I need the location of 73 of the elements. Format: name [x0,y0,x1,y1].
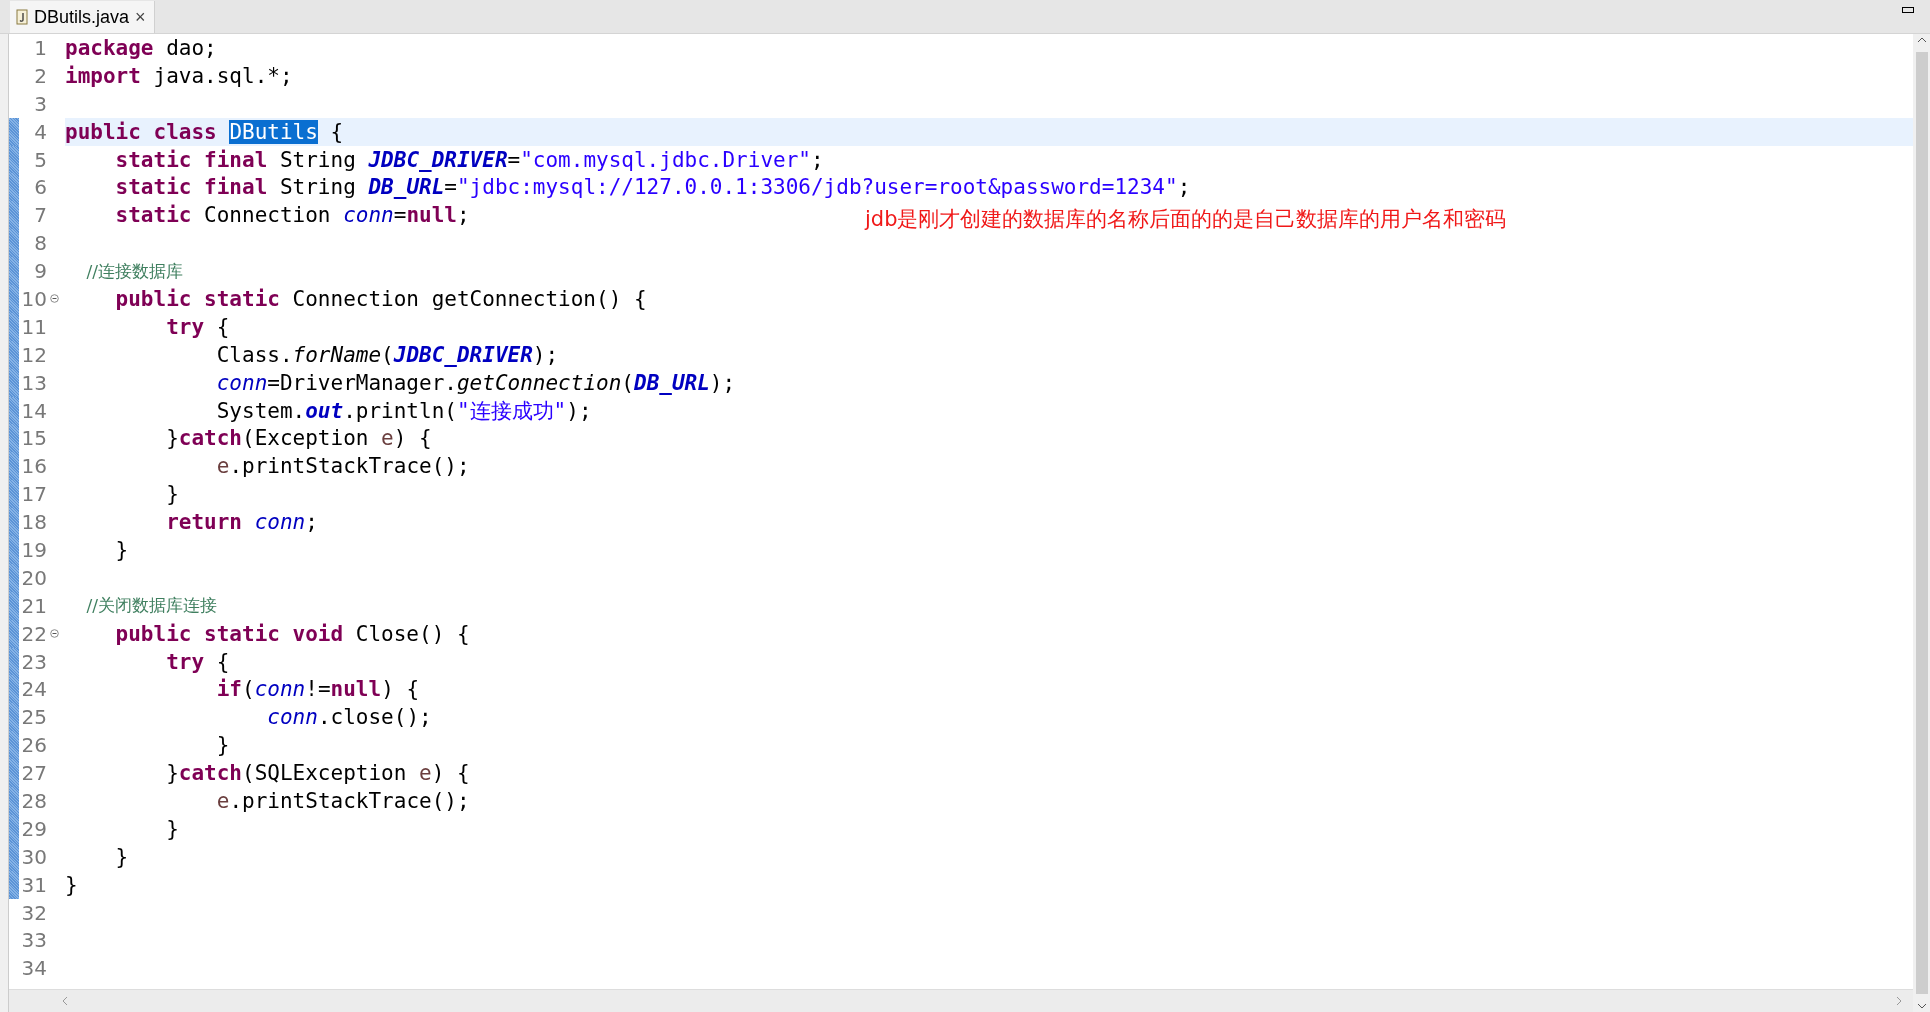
line-number: 22 [20,621,47,646]
code-line: } [165,816,179,841]
code-line: } [114,844,129,869]
code-line: }catch(SQLException e) { [165,761,470,786]
line-number: 2 [33,63,47,88]
line-number: 5 [33,147,47,172]
code-editor[interactable] [9,34,1913,989]
line-number: 28 [20,789,47,813]
scroll-thumb[interactable] [1915,52,1928,994]
line-number: 26 [20,733,47,758]
code-line: conn=DriverManager.getConnection(DB_URL); [215,370,736,395]
line-number: 32 [20,900,47,925]
line-number: 33 [20,928,47,953]
code-line: try { [165,649,230,674]
code-line: try { [165,314,230,339]
code-line: package dao; [65,35,217,60]
code-line: //关闭数据库连接 [85,594,218,618]
code-line: public static void Close() { [114,621,470,646]
line-number: 27 [20,761,47,786]
line-number: 13 [20,370,47,395]
line-number: 4 [33,119,47,144]
line-number: 10 [20,286,47,311]
line-number: 23 [20,649,47,674]
code-line: } [165,482,179,507]
line-number: 6 [33,175,47,200]
line-number: 30 [20,844,47,869]
line-number: 14 [20,398,47,423]
code-line: Class.forName(JDBC_DRIVER); [215,342,559,367]
line-number: 16 [20,454,47,479]
line-number: 21 [20,593,47,618]
code-line: }catch(Exception e) { [165,426,432,451]
line-number: 3 [33,91,47,116]
close-button[interactable]: × [135,6,146,28]
line-number: 24 [20,677,47,702]
line-number: 17 [20,482,47,507]
line-number: 20 [20,565,47,590]
code-line: static final String JDBC_DRIVER="com.mysql.jdbc.Driver"; [114,147,824,172]
line-number: 8 [33,231,47,256]
code-line: static Connection conn=null; [114,203,470,228]
code-line: e.printStackTrace(); [215,789,470,813]
collapse-icon[interactable] [49,294,59,304]
code-line: return conn; [165,510,318,535]
code-line: static final String DB_URL="jdbc:mysql://127.0.0.1:3306/jdb?user=root&password=1234"; [114,175,1191,200]
line-number: 25 [20,705,47,730]
editor-tab[interactable]: DButils.java × [10,1,155,33]
code-line: import java.sql.*; [65,63,293,88]
line-number: 31 [20,872,47,897]
code-line: //连接数据库 [85,259,184,283]
line-number: 12 [20,342,47,367]
line-number: 18 [20,510,47,535]
line-number: 34 [20,956,47,981]
annotation-text: jdb是刚才创建的数据库的名称后面的的是自己数据库的用户名和密码 [865,206,1507,234]
line-number: 1 [33,35,47,60]
code-line: if(conn!=null) { [215,677,420,702]
line-number: 7 [33,203,47,228]
line-number: 9 [33,259,47,284]
line-number: 11 [20,314,47,339]
horizontal-scrollbar[interactable] [9,989,1913,1012]
code-line: System.out.println("连接成功"); [215,397,592,425]
code-line: conn.close(); [266,705,432,730]
code-line: } [215,733,230,758]
minimize-icon[interactable] [1902,7,1914,13]
line-number: 29 [20,816,47,841]
code-line: } [65,872,78,897]
java-file-icon [16,9,28,25]
code-line: public static Connection getConnection() { [114,286,647,311]
collapse-icon[interactable] [49,629,59,639]
code-line: public class DButils { [65,119,344,144]
code-line: e.printStackTrace(); [215,454,470,479]
line-number: 15 [20,426,47,451]
tab-title: DButils.java [34,6,130,28]
line-number: 19 [20,537,47,562]
code-line: } [114,537,129,562]
